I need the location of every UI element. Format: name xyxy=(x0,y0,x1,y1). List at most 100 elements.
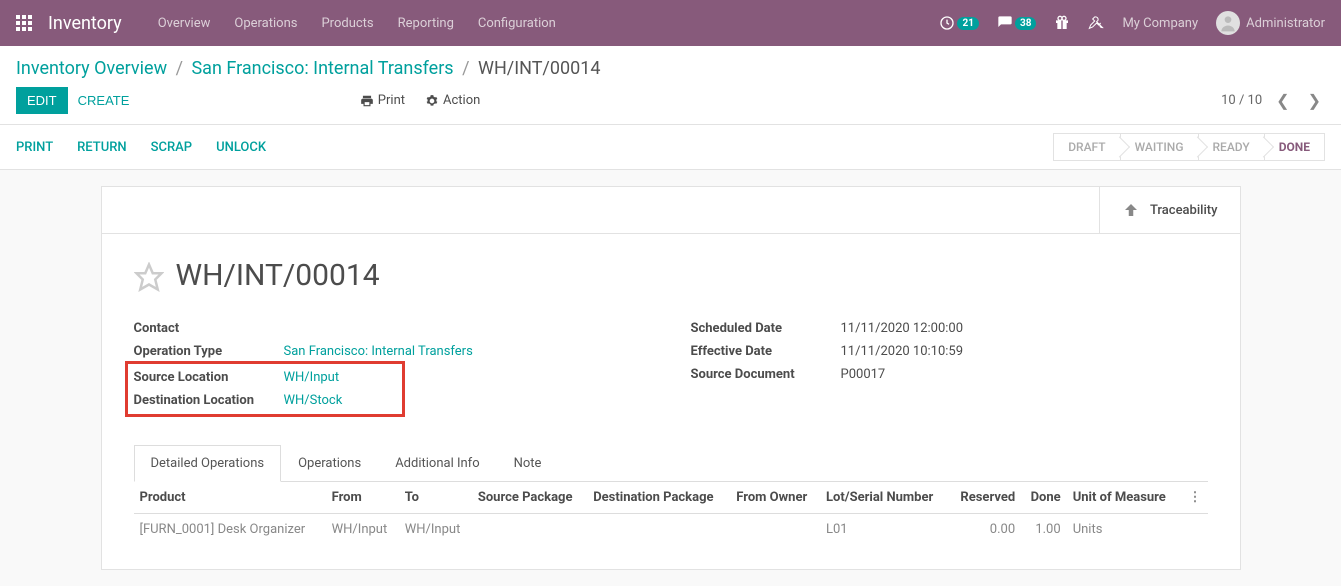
action-scrap[interactable]: SCRAP xyxy=(151,140,192,155)
field-source-location: Source Location WH/Input xyxy=(134,366,396,389)
th-src-pkg[interactable]: Source Package xyxy=(472,482,587,514)
field-scheduled-date: Scheduled Date 11/11/2020 12:00:00 xyxy=(691,317,1208,340)
action-unlock[interactable]: UNLOCK xyxy=(216,140,266,155)
messaging-badge: 38 xyxy=(1015,17,1036,30)
detailed-operations-table: Product From To Source Package Destinati… xyxy=(134,482,1208,545)
th-done[interactable]: Done xyxy=(1021,482,1067,514)
cell-done: 1.00 xyxy=(1021,514,1067,546)
app-name[interactable]: Inventory xyxy=(48,13,122,34)
dest-location-label: Destination Location xyxy=(134,393,284,408)
traceability-label: Traceability xyxy=(1150,203,1218,218)
title-row: WH/INT/00014 xyxy=(134,258,1208,293)
pager-text: 10 / 10 xyxy=(1221,93,1262,108)
effective-date-label: Effective Date xyxy=(691,344,841,359)
activity-indicator[interactable]: 21 xyxy=(939,15,978,31)
nav-link-reporting[interactable]: Reporting xyxy=(398,16,454,31)
avatar[interactable] xyxy=(1216,11,1240,35)
source-doc-label: Source Document xyxy=(691,367,841,382)
create-button[interactable]: CREATE xyxy=(68,88,140,113)
fields-grid: Contact Operation Type San Francisco: In… xyxy=(134,317,1208,417)
cell-src-pkg xyxy=(472,514,587,546)
star-icon[interactable] xyxy=(134,259,164,293)
activity-badge: 21 xyxy=(957,17,978,30)
field-effective-date: Effective Date 11/11/2020 10:10:59 xyxy=(691,340,1208,363)
cell-reserved: 0.00 xyxy=(949,514,1021,546)
breadcrumb-sep: / xyxy=(458,58,473,79)
nav-right: 21 38 My Company Administrator xyxy=(939,11,1325,35)
stage-draft[interactable]: DRAFT xyxy=(1053,133,1119,161)
tab-detailed-operations[interactable]: Detailed Operations xyxy=(134,445,282,482)
nav-links: Overview Operations Products Reporting C… xyxy=(158,16,556,31)
form-wrap: Traceability WH/INT/00014 Contact Operat… xyxy=(0,170,1341,586)
action-bar: PRINT RETURN SCRAP UNLOCK DRAFT WAITING … xyxy=(0,125,1341,170)
field-operation-type: Operation Type San Francisco: Internal T… xyxy=(134,340,651,363)
scheduled-date-label: Scheduled Date xyxy=(691,321,841,336)
tab-additional-info[interactable]: Additional Info xyxy=(378,445,496,481)
th-lot[interactable]: Lot/Serial Number xyxy=(820,482,949,514)
tabs: Detailed Operations Operations Additiona… xyxy=(134,445,1208,482)
pager-next[interactable]: ❯ xyxy=(1304,91,1325,110)
user-name[interactable]: Administrator xyxy=(1246,16,1325,31)
messaging-indicator[interactable]: 38 xyxy=(997,15,1036,31)
effective-date-value: 11/11/2020 10:10:59 xyxy=(841,344,1208,359)
statusbar: DRAFT WAITING READY DONE xyxy=(1053,133,1325,161)
button-box: Traceability xyxy=(102,187,1240,234)
th-reserved[interactable]: Reserved xyxy=(949,482,1021,514)
print-button[interactable]: Print xyxy=(360,93,405,108)
th-uom[interactable]: Unit of Measure xyxy=(1067,482,1181,514)
company-name[interactable]: My Company xyxy=(1122,16,1198,31)
action-print[interactable]: PRINT xyxy=(16,140,53,155)
navbar: Inventory Overview Operations Products R… xyxy=(0,0,1341,46)
form-sheet: Traceability WH/INT/00014 Contact Operat… xyxy=(101,186,1241,570)
nav-link-overview[interactable]: Overview xyxy=(158,16,211,31)
edit-button[interactable]: EDIT xyxy=(16,87,68,114)
breadcrumb-root[interactable]: Inventory Overview xyxy=(16,58,167,79)
breadcrumb: Inventory Overview / San Francisco: Inte… xyxy=(16,46,1325,87)
field-source-doc: Source Document P00017 xyxy=(691,363,1208,386)
operation-type-label: Operation Type xyxy=(134,344,284,359)
source-location-value[interactable]: WH/Input xyxy=(284,370,340,385)
th-options[interactable]: ⋮ xyxy=(1180,482,1207,514)
field-contact: Contact xyxy=(134,317,651,340)
dest-location-value[interactable]: WH/Stock xyxy=(284,393,343,408)
traceability-button[interactable]: Traceability xyxy=(1099,187,1240,233)
th-to[interactable]: To xyxy=(399,482,472,514)
tab-note[interactable]: Note xyxy=(497,445,559,481)
apps-icon[interactable] xyxy=(16,15,32,31)
sheet-body: WH/INT/00014 Contact Operation Type San … xyxy=(102,234,1240,569)
control-panel: Inventory Overview / San Francisco: Inte… xyxy=(0,46,1341,125)
contact-label: Contact xyxy=(134,321,284,336)
table-row[interactable]: [FURN_0001] Desk Organizer WH/Input WH/I… xyxy=(134,514,1208,546)
left-column: Contact Operation Type San Francisco: In… xyxy=(134,317,651,417)
th-from[interactable]: From xyxy=(326,482,399,514)
control-row: EDIT CREATE Print Action 10 / 10 ❮ ❯ xyxy=(16,87,1325,124)
field-dest-location: Destination Location WH/Stock xyxy=(134,389,396,412)
tab-operations[interactable]: Operations xyxy=(281,445,378,481)
pager: 10 / 10 ❮ ❯ xyxy=(1221,91,1325,110)
source-doc-value: P00017 xyxy=(841,367,1208,382)
th-product[interactable]: Product xyxy=(134,482,326,514)
th-dst-pkg[interactable]: Destination Package xyxy=(587,482,730,514)
tools-icon[interactable] xyxy=(1088,15,1104,31)
cell-uom: Units xyxy=(1067,514,1181,546)
breadcrumb-parent[interactable]: San Francisco: Internal Transfers xyxy=(191,58,453,79)
nav-link-configuration[interactable]: Configuration xyxy=(478,16,556,31)
stage-waiting[interactable]: WAITING xyxy=(1120,133,1198,161)
operation-type-value[interactable]: San Francisco: Internal Transfers xyxy=(284,344,473,359)
highlight-box: Source Location WH/Input Destination Loc… xyxy=(125,361,405,417)
th-owner[interactable]: From Owner xyxy=(730,482,820,514)
cell-dst-pkg xyxy=(587,514,730,546)
nav-link-products[interactable]: Products xyxy=(321,16,373,31)
pager-prev[interactable]: ❮ xyxy=(1272,91,1293,110)
action-button[interactable]: Action xyxy=(425,93,480,108)
action-return[interactable]: RETURN xyxy=(77,140,127,155)
scheduled-date-value: 11/11/2020 12:00:00 xyxy=(841,321,1208,336)
nav-link-operations[interactable]: Operations xyxy=(234,16,297,31)
action-label: Action xyxy=(443,93,480,108)
arrow-up-icon xyxy=(1122,201,1140,219)
cell-from: WH/Input xyxy=(326,514,399,546)
right-column: Scheduled Date 11/11/2020 12:00:00 Effec… xyxy=(691,317,1208,417)
table-header-row: Product From To Source Package Destinati… xyxy=(134,482,1208,514)
source-location-label: Source Location xyxy=(134,370,284,385)
gift-icon[interactable] xyxy=(1054,15,1070,31)
